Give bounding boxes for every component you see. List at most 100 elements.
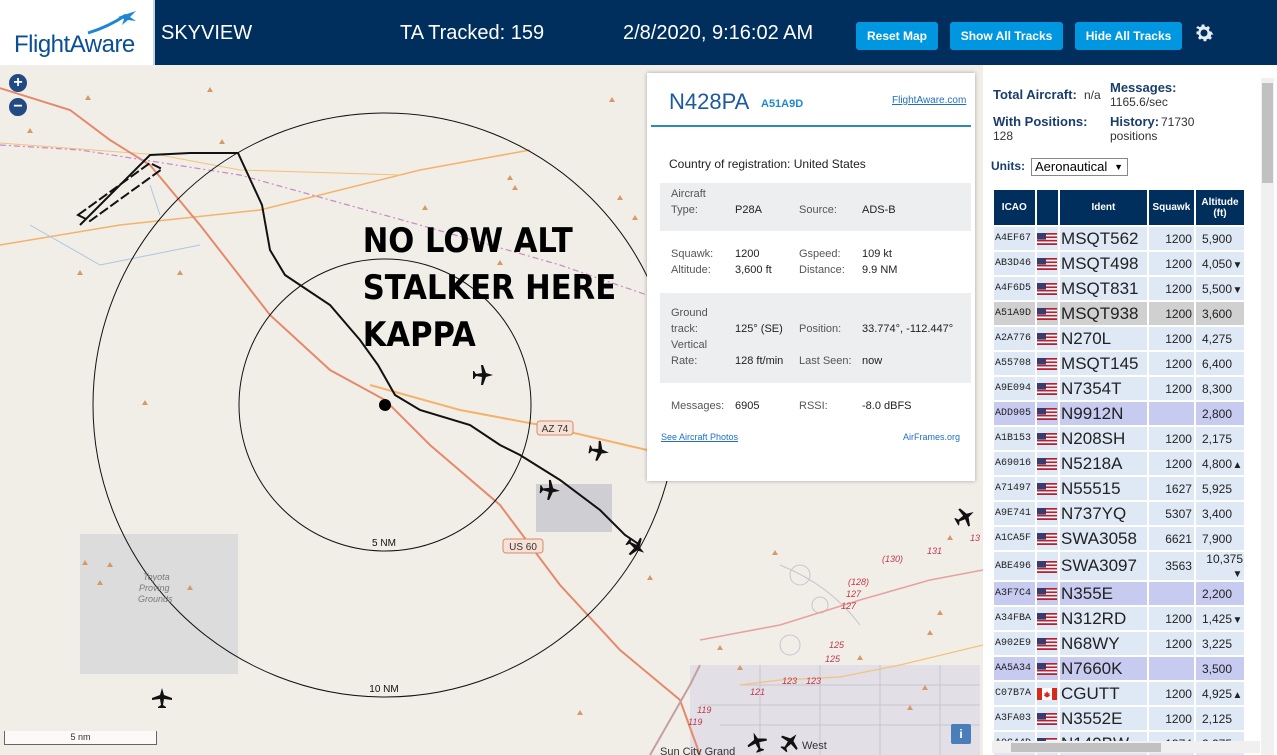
table-row[interactable]: A1B153 N208SH 1200 2,175 (994, 427, 1244, 450)
altitude-value: 2,800 (1201, 406, 1232, 421)
table-row[interactable]: A71497 N55515 1627 5,925 (994, 477, 1244, 500)
altitude-value: 5,925 (1201, 481, 1232, 496)
table-row[interactable]: A4EF67 MSQT562 1200 5,900 (994, 227, 1244, 250)
col-flag[interactable] (1036, 190, 1059, 225)
place-suncity: Sun City Grand (660, 746, 735, 755)
header-bar: FlightAware SKYVIEW TA Tracked: 159 2/8/… (0, 0, 1277, 65)
show-all-tracks-button[interactable]: Show All Tracks (950, 22, 1063, 50)
cell-icao: A3F7C4 (994, 582, 1035, 605)
table-row[interactable]: AA5A34 N7660K 3,500 (994, 657, 1244, 680)
flightaware-logo[interactable]: FlightAware (0, 0, 155, 65)
units-selected-value: Aeronautical (1035, 159, 1108, 174)
cell-icao: A51A9D (994, 302, 1035, 325)
table-row[interactable]: A4F6D5 MSQT831 1200 5,500▼ (994, 277, 1244, 300)
rssi-label: RSSI: (799, 400, 828, 412)
road-label-127a: 127 (846, 589, 862, 599)
aircraft-photos-link[interactable]: See Aircraft Photos (661, 432, 738, 442)
cell-icao: A4F6D5 (994, 277, 1035, 300)
proving-grounds-area (80, 534, 238, 674)
units-select[interactable]: Aeronautical ▼ (1031, 158, 1128, 176)
altitude-label: Altitude: (671, 264, 711, 276)
altitude-value: 2,200 (1201, 586, 1232, 601)
table-row[interactable]: A34FBA N312RD 1200 1,425▼ (994, 607, 1244, 630)
table-row[interactable]: ABE496 SWA3097 3563 10,375 ▼ (994, 552, 1244, 580)
us-flag-icon (1037, 560, 1058, 573)
cell-altitude: 5,500▼ (1195, 277, 1244, 300)
cell-ident: N3552E (1060, 707, 1147, 730)
cell-altitude: 2,175 (1195, 427, 1244, 450)
map-info-button[interactable]: i (951, 724, 971, 744)
table-row[interactable]: A3F7C4 N355E 2,200 (994, 582, 1244, 605)
cell-ident: N355E (1060, 582, 1147, 605)
receiver-site-marker[interactable] (379, 399, 391, 411)
aircraft-type-label: Aircraft Type: (671, 188, 706, 216)
col-icao[interactable]: ICAO (994, 190, 1035, 225)
cell-flag (1036, 327, 1059, 350)
table-row[interactable]: A2A776 N270L 1200 4,275 (994, 327, 1244, 350)
col-squawk[interactable]: Squawk (1148, 190, 1194, 225)
popup-country: Country of registration: United States (669, 157, 866, 171)
table-row[interactable]: A9E741 N737YQ 5307 3,400 (994, 502, 1244, 525)
vertical-scroll-thumb[interactable] (1262, 83, 1273, 183)
squawk-value: 1200 (735, 248, 760, 260)
flightaware-link[interactable]: FlightAware.com (892, 95, 966, 106)
with-positions-value: 128 (993, 129, 1014, 143)
table-row[interactable]: A3FA03 N3552E 1200 2,125 (994, 707, 1244, 730)
aircraft-icon[interactable] (587, 439, 610, 462)
messages-rate-label: Messages: (1110, 80, 1177, 95)
table-row[interactable]: A51A9D MSQT938 1200 3,600 (994, 302, 1244, 325)
gear-icon[interactable] (1192, 21, 1216, 45)
altitude-value: 4,925 (1201, 686, 1232, 701)
cell-squawk: 1200 (1148, 352, 1194, 375)
table-row[interactable]: ADD905 N9912N 2,800 (994, 402, 1244, 425)
history-value: 71730 (1161, 115, 1195, 129)
cell-flag (1036, 277, 1059, 300)
cell-flag (1036, 452, 1059, 475)
table-row[interactable]: C07B7A CGUTT 1200 4,925▲ (994, 682, 1244, 705)
table-row[interactable]: A1CA5F SWA3058 6621 7,900 (994, 527, 1244, 550)
zoom-out-button[interactable]: − (9, 98, 27, 116)
aircraft-icon[interactable] (152, 688, 172, 708)
horizontal-scroll-thumb[interactable] (1011, 743, 1161, 752)
place-toyota-grounds: Toyota Proving Grounds (138, 572, 173, 604)
altitude-value: 3,225 (1201, 636, 1232, 651)
chevron-down-icon: ▼ (1114, 162, 1123, 172)
gspeed-label: Gspeed: (799, 248, 841, 260)
cell-icao: A9E094 (994, 377, 1035, 400)
col-altitude[interactable]: Altitude (ft) (1195, 190, 1244, 225)
aircraft-icon[interactable] (473, 365, 493, 385)
scale-bar: 5 nm (4, 731, 157, 745)
col-ident[interactable]: Ident (1060, 190, 1147, 225)
road-label-131: 131 (927, 546, 942, 556)
table-row[interactable]: AB3D46 MSQT498 1200 4,050▼ (994, 252, 1244, 275)
cell-ident: CGUTT (1060, 682, 1147, 705)
place-west: West (802, 740, 827, 752)
cell-ident: MSQT831 (1060, 277, 1147, 300)
zoom-in-button[interactable]: + (9, 74, 27, 92)
cell-icao: ABE496 (994, 552, 1035, 580)
reset-map-button[interactable]: Reset Map (856, 22, 938, 50)
road-label-121: 121 (750, 687, 765, 697)
table-row[interactable]: A9E094 N7354T 1200 8,300 (994, 377, 1244, 400)
aircraft-info-popup: N428PA A51A9D FlightAware.com Country of… (647, 73, 975, 481)
cell-altitude: 2,800 (1195, 402, 1244, 425)
cell-altitude: 2,200 (1195, 582, 1244, 605)
total-aircraft-label: Total Aircraft: (993, 87, 1077, 102)
cell-altitude: 4,800▲ (1195, 452, 1244, 475)
table-row[interactable]: A902E9 N68WY 1200 3,225 (994, 632, 1244, 655)
gspeed-value: 109 kt (862, 248, 892, 260)
altitude-value: 6,400 (1201, 356, 1232, 371)
cell-icao: A71497 (994, 477, 1035, 500)
cell-icao: A1B153 (994, 427, 1035, 450)
aircraft-icon[interactable] (951, 503, 978, 530)
hide-all-tracks-button[interactable]: Hide All Tracks (1075, 22, 1182, 50)
cell-squawk: 3563 (1148, 552, 1194, 580)
cell-flag (1036, 657, 1059, 680)
table-row[interactable]: A55708 MSQT145 1200 6,400 (994, 352, 1244, 375)
cell-altitude: 6,400 (1195, 352, 1244, 375)
table-header-row: ICAO Ident Squawk Altitude (ft) (994, 190, 1244, 225)
table-row[interactable]: A69016 N5218A 1200 4,800▲ (994, 452, 1244, 475)
airframes-link[interactable]: AirFrames.org (903, 432, 960, 442)
cell-ident: N5218A (1060, 452, 1147, 475)
cell-squawk: 1200 (1148, 227, 1194, 250)
